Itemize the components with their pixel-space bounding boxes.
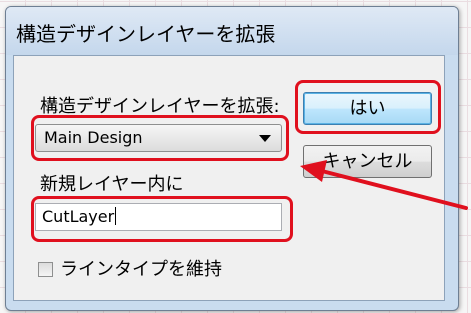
- red-arrow-icon: [300, 160, 468, 210]
- screenshot-stage: 構造デザインレイヤーを拡張 構造デザインレイヤーを拡張: Main Design…: [0, 0, 471, 313]
